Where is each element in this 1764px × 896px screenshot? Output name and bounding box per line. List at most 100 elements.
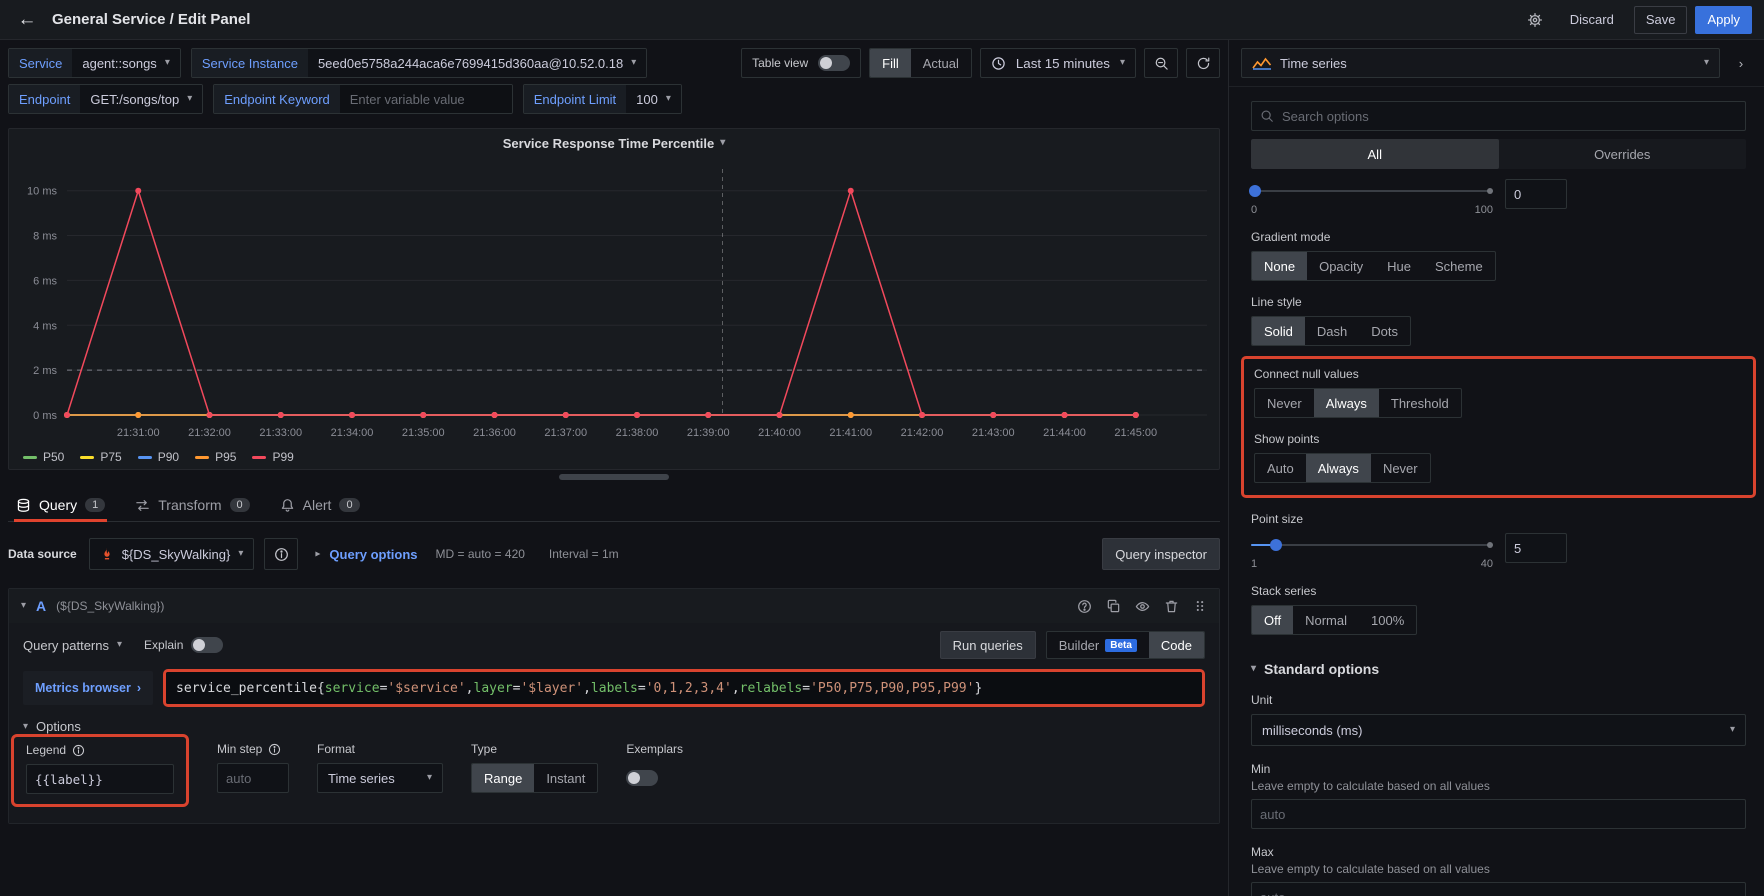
service-variable[interactable]: Service agent::songs▾: [8, 48, 181, 78]
min-step-input[interactable]: [217, 763, 289, 793]
query-options-toggle[interactable]: ▾ Query options: [316, 547, 417, 562]
refresh-button[interactable]: [1186, 48, 1220, 78]
query-patterns-select[interactable]: Query patterns ▾: [23, 638, 122, 653]
gradient-none-option[interactable]: None: [1252, 252, 1307, 280]
duplicate-query-button[interactable]: [1106, 599, 1121, 614]
endpoint-limit-variable[interactable]: Endpoint Limit 100▾: [523, 84, 682, 114]
max-input[interactable]: [1251, 882, 1746, 896]
connect-always-option[interactable]: Always: [1314, 389, 1379, 417]
slider-rail[interactable]: [1251, 544, 1493, 546]
point-size-value-input[interactable]: [1505, 533, 1567, 563]
query-help-button[interactable]: [1077, 599, 1092, 614]
line-style-control: Solid Dash Dots: [1251, 316, 1411, 346]
points-never-option[interactable]: Never: [1371, 454, 1430, 482]
options-collapse-header[interactable]: ▾ Options: [23, 719, 1205, 734]
points-auto-option[interactable]: Auto: [1255, 454, 1306, 482]
explain-toggle[interactable]: [191, 637, 223, 653]
close-options-pane-button[interactable]: ›: [1730, 49, 1752, 77]
tab-query[interactable]: Query 1: [14, 497, 107, 521]
tab-overrides[interactable]: Overrides: [1499, 139, 1747, 169]
endpoint-keyword-input[interactable]: [340, 85, 512, 113]
slider-handle[interactable]: [1249, 185, 1261, 197]
point-size-slider-row: 1 40: [1251, 533, 1567, 570]
panel-settings-button[interactable]: [1520, 6, 1550, 34]
endpoint-keyword-variable: Endpoint Keyword: [213, 84, 513, 114]
service-instance-value: 5eed0e5758a244aca6e7699415d360aa@10.52.0…: [318, 56, 623, 71]
options-search-input[interactable]: [1282, 109, 1737, 124]
fill-opacity-value-input[interactable]: [1505, 179, 1567, 209]
line-style-dots-option[interactable]: Dots: [1359, 317, 1410, 345]
time-series-chart[interactable]: 0 ms2 ms4 ms6 ms8 ms10 ms21:31:0021:32:0…: [9, 157, 1219, 447]
unit-select[interactable]: milliseconds (ms) ▾: [1251, 714, 1746, 746]
connect-threshold-option[interactable]: Threshold: [1379, 389, 1461, 417]
query-row-header[interactable]: ▾ A (${DS_SkyWalking}): [9, 589, 1219, 623]
tab-transform[interactable]: Transform 0: [133, 497, 251, 521]
stack-normal-option[interactable]: Normal: [1293, 606, 1359, 634]
legend-item[interactable]: P95: [195, 450, 236, 464]
time-range-picker[interactable]: Last 15 minutes ▾: [980, 48, 1136, 78]
svg-text:21:38:00: 21:38:00: [616, 427, 659, 439]
chevron-down-icon: ▾: [720, 138, 725, 148]
trash-icon: [1164, 599, 1179, 614]
type-instant-option[interactable]: Instant: [534, 764, 597, 792]
service-instance-label: Service Instance: [192, 49, 308, 77]
back-button[interactable]: ←: [12, 6, 42, 34]
drag-query-handle[interactable]: [1193, 599, 1207, 613]
service-instance-variable[interactable]: Service Instance 5eed0e5758a244aca6e7699…: [191, 48, 647, 78]
datasource-picker[interactable]: ${DS_SkyWalking} ▾: [89, 538, 255, 570]
endpoint-limit-value: 100: [636, 92, 658, 107]
slider-handle[interactable]: [1270, 539, 1282, 551]
actual-option[interactable]: Actual: [911, 49, 971, 77]
zoom-out-button[interactable]: [1144, 48, 1178, 78]
panel-header[interactable]: Service Response Time Percentile ▾: [9, 129, 1219, 157]
line-style-solid-option[interactable]: Solid: [1252, 317, 1305, 345]
eye-icon: [1135, 599, 1150, 614]
table-view-toggle[interactable]: [818, 55, 850, 71]
endpoint-variable[interactable]: Endpoint GET:/songs/top▾: [8, 84, 203, 114]
legend-item[interactable]: P75: [80, 450, 121, 464]
database-icon: [16, 498, 31, 513]
save-button[interactable]: Save: [1634, 6, 1688, 34]
query-patterns-label: Query patterns: [23, 638, 109, 653]
disable-query-button[interactable]: [1135, 599, 1150, 614]
query-inspector-button[interactable]: Query inspector: [1102, 538, 1220, 570]
legend-item[interactable]: P50: [23, 450, 64, 464]
discard-button[interactable]: Discard: [1558, 6, 1626, 34]
query-expression[interactable]: service_percentile{service='$service', l…: [166, 672, 1202, 704]
connect-nulls-control: Never Always Threshold: [1254, 388, 1462, 418]
run-queries-button[interactable]: Run queries: [940, 631, 1036, 659]
fill-opacity-slider[interactable]: [1251, 179, 1493, 203]
min-input[interactable]: [1251, 799, 1746, 829]
code-mode-option[interactable]: Code: [1149, 632, 1204, 658]
tab-all[interactable]: All: [1251, 139, 1499, 169]
points-always-option[interactable]: Always: [1306, 454, 1371, 482]
gradient-opacity-option[interactable]: Opacity: [1307, 252, 1375, 280]
scrollbar-thumb[interactable]: [559, 474, 669, 480]
legend-item[interactable]: P90: [138, 450, 179, 464]
delete-query-button[interactable]: [1164, 599, 1179, 614]
format-select[interactable]: Time series ▾: [317, 763, 443, 793]
point-size-slider[interactable]: [1251, 533, 1493, 557]
builder-mode-option[interactable]: Builder Beta: [1047, 632, 1149, 658]
metrics-browser-button[interactable]: Metrics browser ›: [23, 671, 153, 705]
slider-rail[interactable]: [1251, 190, 1493, 192]
type-range-option[interactable]: Range: [472, 764, 534, 792]
line-style-dash-option[interactable]: Dash: [1305, 317, 1359, 345]
fill-option[interactable]: Fill: [870, 49, 911, 77]
stack-off-option[interactable]: Off: [1252, 606, 1293, 634]
connect-never-option[interactable]: Never: [1255, 389, 1314, 417]
legend-input[interactable]: [26, 764, 174, 794]
collapse-query-icon[interactable]: ▾: [21, 601, 26, 611]
tab-alert[interactable]: Alert 0: [278, 497, 362, 521]
legend-item[interactable]: P99: [252, 450, 293, 464]
exemplars-toggle[interactable]: [626, 770, 658, 786]
apply-button[interactable]: Apply: [1695, 6, 1752, 34]
gradient-hue-option[interactable]: Hue: [1375, 252, 1423, 280]
stack-100-option[interactable]: 100%: [1359, 606, 1416, 634]
standard-options-header[interactable]: ▾ Standard options: [1251, 661, 1746, 677]
visualization-picker[interactable]: Time series ▾: [1241, 48, 1720, 78]
service-variable-value: agent::songs: [82, 56, 156, 71]
datasource-help-button[interactable]: [264, 538, 298, 570]
gradient-scheme-option[interactable]: Scheme: [1423, 252, 1495, 280]
legend-series-name: P95: [215, 450, 236, 464]
